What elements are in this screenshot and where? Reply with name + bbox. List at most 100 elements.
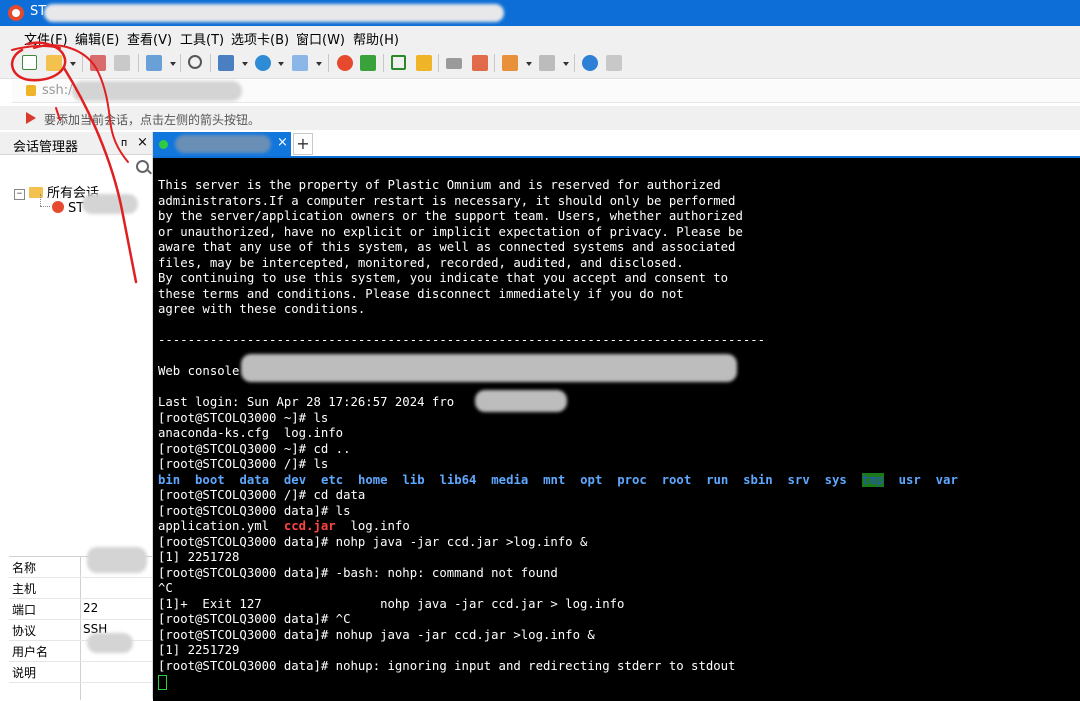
terminal-line: [root@STCOLQ3000 /]# ls — [158, 457, 329, 471]
new-window-icon[interactable] — [146, 55, 162, 71]
toolbar-separator — [328, 54, 329, 72]
open-dropdown-arrow[interactable] — [70, 62, 76, 66]
menu-view[interactable]: 查看(V) — [127, 29, 172, 48]
redacted-name-value — [87, 547, 147, 573]
property-row: 主机 — [9, 578, 152, 599]
compose-dropdown-arrow[interactable] — [526, 62, 532, 66]
menu-file[interactable]: 文件(F) — [24, 29, 68, 48]
open-folder-icon[interactable] — [46, 55, 62, 71]
font-icon[interactable] — [292, 55, 308, 71]
property-key: 协议 — [12, 624, 37, 638]
dir-entry: bin — [158, 472, 181, 487]
pin-icon[interactable]: ᴨ — [121, 136, 127, 149]
dir-entry: var — [935, 472, 958, 487]
dir-entry: lib — [402, 472, 425, 487]
find-icon[interactable] — [188, 55, 202, 69]
dir-entry: opt — [580, 472, 603, 487]
address-bar[interactable]: ssh:/ — [12, 80, 1080, 103]
collapse-icon[interactable]: − — [14, 189, 25, 200]
tab-session[interactable]: × — [153, 132, 291, 156]
terminal-line: files, may be intercepted, monitored, re… — [158, 255, 684, 270]
toolbar-separator — [574, 54, 575, 72]
toolbar-separator — [494, 54, 495, 72]
dir-entry: tmp — [861, 472, 884, 487]
close-icon[interactable]: × — [137, 135, 148, 150]
globe-icon[interactable] — [255, 55, 271, 71]
menu-window[interactable]: 窗口(W) — [296, 29, 345, 48]
hint-bar: 要添加当前会话，点击左侧的箭头按钮。 — [0, 106, 1080, 130]
layout-icon[interactable] — [539, 55, 555, 71]
flag-icon[interactable] — [26, 112, 36, 124]
disconnect-icon[interactable] — [114, 55, 130, 71]
terminal-line: [root@STCOLQ3000 /]# cd data — [158, 488, 366, 502]
dir-entry: boot — [195, 472, 225, 487]
terminal-line: [root@STCOLQ3000 data]# ls — [158, 503, 351, 518]
jar-file-entry: ccd.jar — [283, 519, 336, 533]
menu-tools[interactable]: 工具(T) — [180, 29, 224, 48]
tree-item-session[interactable]: ST — [52, 201, 84, 216]
menu-help[interactable]: 帮助(H) — [353, 29, 399, 48]
session-icon — [52, 201, 64, 213]
terminal-line: [root@STCOLQ3000 data]# nohp java -jar c… — [158, 534, 588, 549]
terminal-line: aware that any use of this system, as we… — [158, 240, 736, 254]
dir-entry: data — [239, 472, 270, 487]
add-tab-button[interactable]: + — [293, 133, 313, 155]
dir-entry: root — [661, 472, 692, 487]
layout-dropdown-arrow[interactable] — [563, 62, 569, 66]
property-value: 22 — [83, 601, 99, 615]
terminal-line: ^C — [158, 581, 173, 595]
menu-tab[interactable]: 选项卡(B) — [231, 29, 289, 48]
menu-edit[interactable]: 编辑(E) — [75, 29, 119, 48]
highlight-icon[interactable] — [472, 55, 488, 71]
terminal[interactable]: This server is the property of Plastic O… — [153, 156, 1080, 701]
transfer-icon[interactable] — [218, 55, 234, 71]
properties-panel: 名称 主机 端口 22 协议 SSH 用户名 说明 — [9, 547, 152, 700]
help-icon[interactable] — [582, 55, 598, 71]
xftp-icon[interactable] — [360, 55, 376, 71]
terminal-line: [root@STCOLQ3000 data]# ^C — [158, 612, 351, 626]
terminal-line: Web console — [158, 364, 240, 378]
dir-entry: sbin — [743, 472, 773, 487]
title-bar: ST — [0, 0, 1080, 26]
new-session-icon[interactable] — [22, 55, 37, 70]
toolbar-separator — [438, 54, 439, 72]
toolbar — [0, 48, 1080, 79]
chat-icon[interactable] — [606, 55, 622, 71]
xshell-icon[interactable] — [337, 55, 353, 71]
reconnect-icon[interactable] — [90, 55, 106, 71]
dir-entry: home — [357, 472, 388, 487]
property-key: 主机 — [12, 582, 37, 596]
tab-close-icon[interactable]: × — [277, 135, 288, 150]
app-icon — [8, 5, 24, 21]
tab-strip: × + — [153, 132, 1080, 156]
terminal-line: [1]+ Exit 127 nohp java -jar ccd.jar > l… — [158, 596, 625, 611]
terminal-cursor — [158, 675, 167, 690]
menu-bar: 文件(F) 编辑(E) 查看(V) 工具(T) 选项卡(B) 窗口(W) 帮助(… — [0, 26, 1080, 48]
property-key: 名称 — [12, 561, 37, 575]
terminal-line: Last login: Sun Apr 28 17:26:57 2024 fro — [158, 395, 455, 409]
terminal-file-listing: application.yml ccd.jar log.info — [158, 519, 410, 535]
transfer-dropdown-arrow[interactable] — [242, 62, 248, 66]
property-row: 端口 22 — [9, 599, 152, 620]
new-window-dropdown-arrow[interactable] — [170, 62, 176, 66]
property-row: 说明 — [9, 662, 152, 683]
property-key: 端口 — [12, 603, 37, 617]
fullscreen-icon[interactable] — [391, 55, 406, 70]
connected-status-icon — [159, 140, 168, 149]
compose-icon[interactable] — [502, 55, 518, 71]
dir-entry: run — [706, 472, 729, 487]
property-key: 说明 — [12, 666, 37, 680]
lock-icon — [26, 85, 36, 96]
globe-dropdown-arrow[interactable] — [278, 62, 284, 66]
search-icon[interactable] — [136, 160, 149, 173]
terminal-line: agree with these conditions. — [158, 302, 366, 316]
file-entry: log.info — [335, 519, 410, 533]
terminal-line: [root@STCOLQ3000 ~]# ls — [158, 410, 329, 425]
terminal-line: administrators.If a computer restart is … — [158, 193, 736, 208]
terminal-line: By continuing to use this system, you in… — [158, 271, 729, 285]
keyboard-icon[interactable] — [446, 58, 462, 69]
session-manager-header: 会话管理器 ᴨ × — [0, 132, 152, 155]
terminal-line: [1] 2251728 — [158, 550, 240, 564]
font-dropdown-arrow[interactable] — [316, 62, 322, 66]
lock-icon[interactable] — [416, 55, 432, 71]
